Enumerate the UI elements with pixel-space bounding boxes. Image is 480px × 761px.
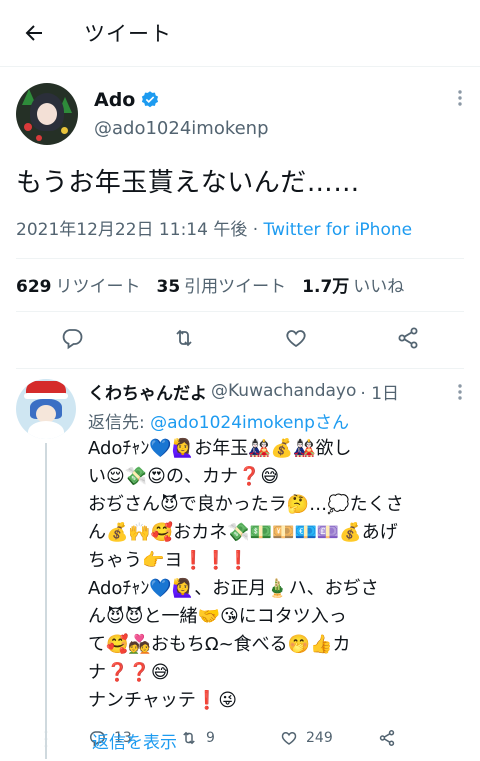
heart-icon: [286, 329, 306, 347]
thread-dots: [44, 730, 48, 752]
quotes-stat[interactable]: 35 引用ツイート: [157, 272, 287, 297]
likes-count: 1.7万: [302, 277, 350, 298]
thread-line: [45, 442, 47, 759]
replying-to: 返信先: @ado1024imokenpさん: [88, 408, 464, 433]
show-replies-link[interactable]: 返信を表示: [92, 728, 177, 753]
back-button[interactable]: [4, 0, 64, 66]
share-button[interactable]: [396, 326, 420, 354]
author-name[interactable]: Ado: [94, 89, 135, 111]
author-row: Ado @ado1024imokenp: [16, 83, 464, 145]
quotes-label: 引用ツイート: [184, 277, 287, 298]
share-icon: [379, 729, 395, 746]
avatar[interactable]: [16, 378, 76, 439]
top-bar: ツイート: [0, 0, 480, 67]
retweets-stat[interactable]: 629 リツイート: [16, 272, 141, 297]
retweets-label: リツイート: [55, 277, 141, 298]
more-vertical-icon: [458, 384, 462, 400]
meta-separator: ·: [247, 219, 264, 240]
tweet-meta: 2021年12月22日 11:14 午後 · Twitter for iPhon…: [16, 215, 464, 240]
tweet-source[interactable]: Twitter for iPhone: [264, 220, 413, 240]
reply-time[interactable]: · 1日: [360, 379, 399, 404]
reply-icon: [62, 328, 83, 350]
tweet-text: もうお年玉貰えないんだ……: [16, 168, 360, 198]
reply-tweet[interactable]: くわちゃんだよ @Kuwachandayo · 1日 返信先: @ado1024…: [0, 369, 480, 759]
reply-like-button[interactable]: 249: [280, 729, 378, 747]
tweet-actions: [16, 312, 464, 369]
replying-prefix: 返信先:: [88, 412, 151, 433]
arrow-left-icon: [25, 25, 42, 41]
thread-dots-icon: [44, 730, 48, 748]
retweet-count: 9: [206, 729, 215, 746]
share-icon: [398, 327, 418, 349]
quotes-count: 35: [156, 277, 181, 298]
main-tweet: Ado @ado1024imokenp もうお年玉貰えないんだ…… 2021年1…: [0, 83, 480, 369]
more-options-button[interactable]: [456, 89, 464, 111]
reply-more-options-button[interactable]: [456, 383, 464, 405]
retweet-icon: [183, 731, 195, 745]
reply-text: Adoﾁｬﾝ💙🙋‍♀️お年玉🎎💰🎎欲し い😌💸😍の、カナ❓😅 おぢさん😈で良かっ…: [88, 437, 404, 711]
retweet-icon: [176, 329, 192, 347]
author-handle[interactable]: @ado1024imokenp: [94, 118, 269, 139]
likes-stat[interactable]: 1.7万 いいね: [302, 272, 404, 297]
avatar[interactable]: [16, 83, 78, 145]
like-button[interactable]: [284, 326, 308, 354]
retweet-button[interactable]: [172, 326, 196, 354]
reply-author-name[interactable]: くわちゃんだよ: [88, 379, 207, 404]
likes-label: いいね: [353, 277, 405, 298]
like-count: 249: [306, 729, 333, 746]
more-vertical-icon: [458, 90, 462, 106]
reply-author-handle[interactable]: @Kuwachandayo: [211, 381, 356, 401]
heart-icon: [281, 731, 297, 745]
page-title: ツイート: [84, 22, 172, 46]
verified-badge-icon: [142, 91, 159, 108]
tweet-stats: 629 リツイート 35 引用ツイート 1.7万 いいね: [16, 257, 464, 312]
timestamp[interactable]: 2021年12月22日 11:14 午後: [16, 220, 247, 240]
retweets-count: 629: [16, 277, 52, 298]
reply-button[interactable]: [60, 326, 84, 354]
reply-share-button[interactable]: [378, 729, 396, 747]
replying-to-handle[interactable]: @ado1024imokenpさん: [150, 413, 349, 433]
reply-retweet-button[interactable]: 9: [180, 729, 280, 747]
